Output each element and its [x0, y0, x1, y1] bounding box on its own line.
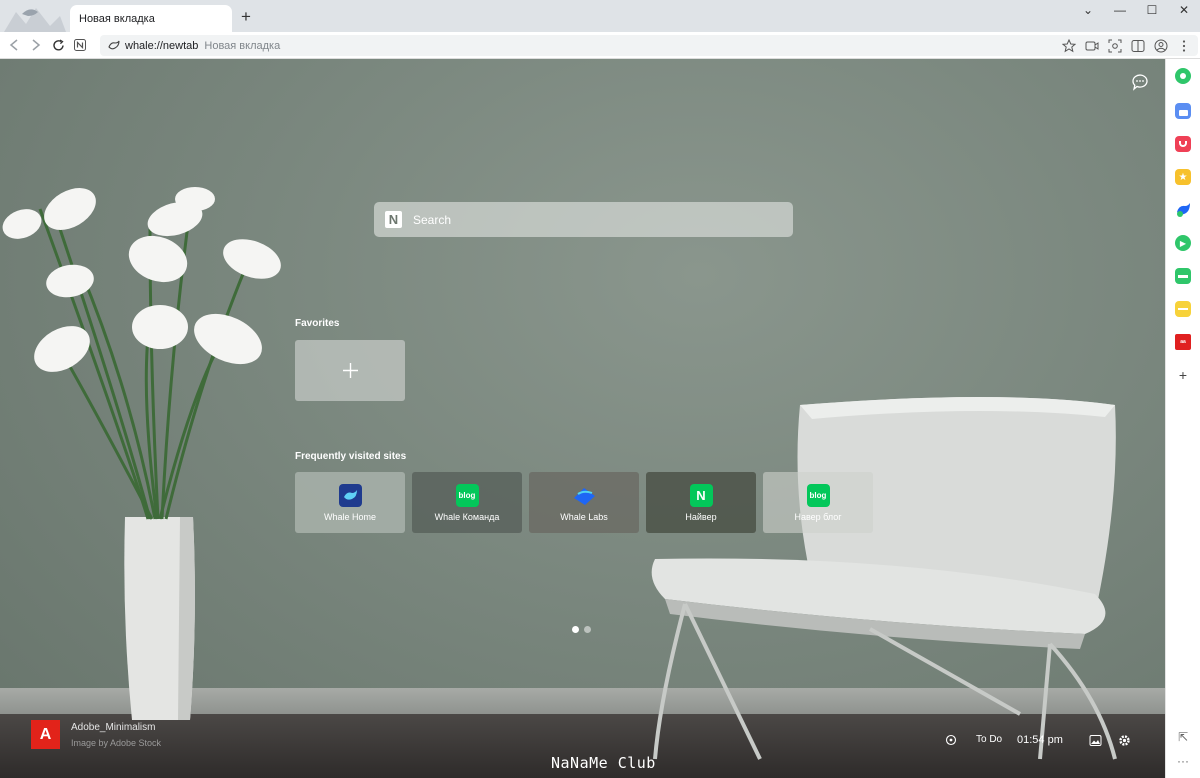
site-tile-whale-team[interactable]: blog Whale Команда — [412, 472, 522, 533]
site-tile-naver[interactable]: N Найвер — [646, 472, 756, 533]
naver-icon: N — [689, 483, 713, 507]
whale-icon — [338, 483, 362, 507]
profile-icon[interactable] — [1152, 37, 1169, 54]
whale-site-icon — [108, 40, 120, 49]
open-new-window-icon[interactable]: ⇱ — [1175, 729, 1191, 745]
frequent-sites-title: Frequently visited sites — [295, 451, 407, 462]
whale-translate-icon[interactable] — [1175, 202, 1191, 218]
tab-list-chevron-icon[interactable]: ⌄ — [1072, 0, 1104, 20]
minimize-button[interactable]: — — [1104, 0, 1136, 20]
naver-logo-icon: N — [385, 211, 402, 228]
bookmark-star-icon[interactable] — [1060, 37, 1077, 54]
background-name[interactable]: Adobe_Minimalism — [71, 722, 155, 733]
tab-new[interactable]: Новая вкладка — [70, 5, 232, 32]
more-icon[interactable]: ··· — [1175, 753, 1191, 769]
blog-icon: blog — [806, 483, 830, 507]
plus-icon — [342, 363, 358, 378]
search-bar[interactable]: N Search — [374, 202, 793, 237]
back-arrow-icon — [9, 39, 18, 51]
todo-button[interactable]: To Do — [976, 734, 1002, 745]
clock: 01:54 pm — [1017, 734, 1063, 746]
pocket-icon[interactable] — [1175, 136, 1191, 152]
adobe-logo-icon: A — [31, 720, 60, 749]
toolbar: whale://newtab Новая вкладка — [0, 32, 1200, 59]
site-tile-naver-blog[interactable]: blog Навер блог — [763, 472, 873, 533]
maximize-button[interactable]: ☐ — [1136, 0, 1168, 20]
page-indicator — [572, 626, 591, 633]
page-dot-active[interactable] — [572, 626, 579, 633]
reload-button[interactable] — [47, 34, 69, 56]
tab-title: Новая вкладка — [79, 12, 155, 25]
frequent-sites-list: Whale Home blog Whale Команда Whale Labs… — [295, 472, 873, 533]
new-tab-button[interactable]: + — [237, 8, 255, 26]
change-background-button[interactable] — [1089, 734, 1102, 747]
url-page-title: Новая вкладка — [204, 39, 281, 52]
site-label: Навер блог — [794, 511, 842, 522]
toolbar-actions — [1060, 35, 1192, 56]
whale-logo-icon — [4, 2, 66, 32]
site-tile-whale-labs[interactable]: Whale Labs — [529, 472, 639, 533]
search-placeholder: Search — [413, 212, 452, 227]
calendar-icon[interactable] — [1175, 103, 1191, 119]
note-icon[interactable] — [1175, 301, 1191, 317]
forward-button[interactable] — [25, 34, 47, 56]
chat-bubble-icon[interactable] — [1131, 73, 1149, 91]
background-credit: Image by Adobe Stock — [71, 738, 162, 748]
close-button[interactable]: ✕ — [1168, 0, 1200, 20]
back-button[interactable] — [3, 34, 25, 56]
settings-button[interactable] — [1118, 734, 1131, 747]
wallpaper-info-bar: A Adobe_Minimalism Image by Adobe Stock … — [0, 714, 1165, 778]
newtab-page: N Search Favorites Frequently visited si… — [0, 59, 1165, 778]
address-bar[interactable]: whale://newtab Новая вкладка — [100, 35, 1198, 56]
site-label: Whale Команда — [434, 511, 500, 522]
url-text: whale://newtab — [125, 39, 199, 52]
play-icon[interactable]: ▶ — [1175, 235, 1191, 251]
whale-labs-icon — [573, 484, 596, 507]
green-circle-icon[interactable] — [1175, 68, 1191, 84]
image-icon — [1089, 735, 1102, 746]
add-favorite-button[interactable] — [295, 340, 405, 401]
green-app-icon[interactable] — [1175, 268, 1191, 284]
star-icon[interactable]: ★ — [1175, 169, 1191, 185]
naver-n-icon — [74, 39, 86, 51]
site-label: Whale Home — [323, 511, 377, 522]
focus-button[interactable] — [945, 734, 957, 746]
reload-icon — [52, 38, 64, 51]
site-label: Whale Labs — [560, 511, 608, 522]
menu-icon[interactable] — [1175, 37, 1192, 54]
camera-icon[interactable] — [1083, 37, 1100, 54]
watermark-text: NaNaMe Club — [551, 754, 656, 772]
favorites-title: Favorites — [295, 318, 340, 329]
forward-arrow-icon — [32, 39, 41, 51]
wallpaper-image — [2, 187, 1117, 760]
page-dot[interactable] — [584, 626, 591, 633]
site-label: Найвер — [685, 511, 717, 522]
target-icon — [945, 734, 957, 746]
title-bar: Новая вкладка + ⌄ — ☐ ✕ — [0, 0, 1200, 32]
window-controls: ⌄ — ☐ ✕ — [1072, 0, 1200, 20]
sidebar: ★ ▶ aa + ⇱ ··· — [1165, 59, 1200, 778]
naver-home-button[interactable] — [69, 34, 91, 56]
blog-icon: blog — [455, 483, 479, 507]
split-view-icon[interactable] — [1129, 37, 1146, 54]
capture-icon[interactable] — [1106, 37, 1123, 54]
red-app-icon[interactable]: aa — [1175, 334, 1191, 350]
site-tile-whale-home[interactable]: Whale Home — [295, 472, 405, 533]
gear-icon — [1119, 735, 1130, 746]
add-icon[interactable]: + — [1175, 367, 1191, 383]
